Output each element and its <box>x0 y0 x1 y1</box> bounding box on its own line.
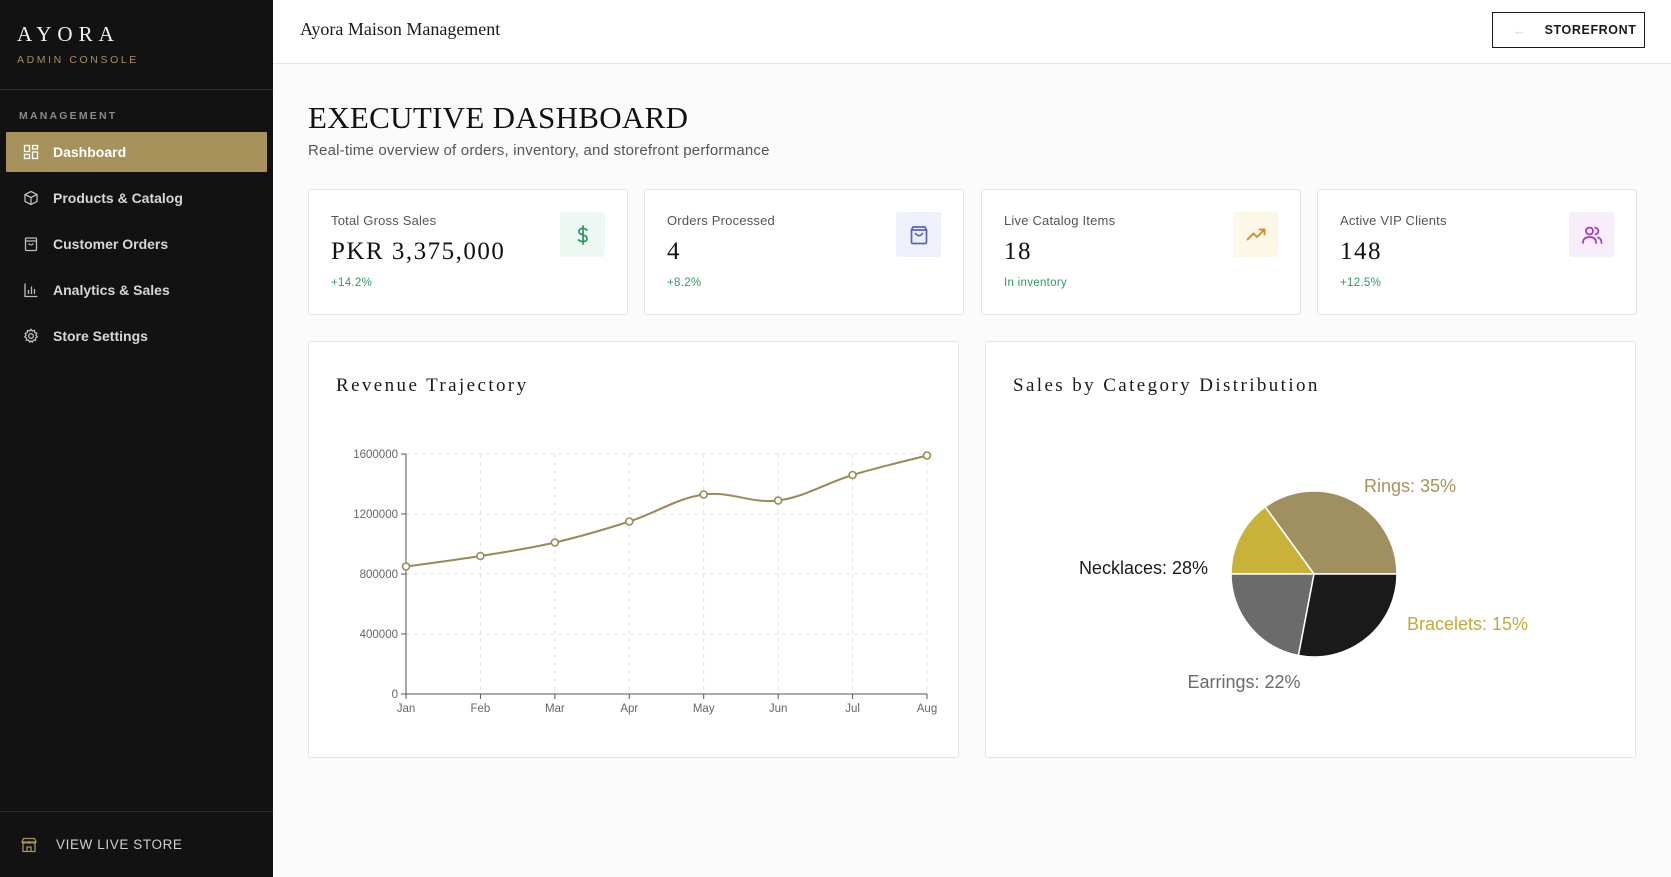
bag-icon <box>22 236 39 253</box>
stat-label: Active VIP Clients <box>1340 213 1447 228</box>
x-tick-label: Feb <box>471 703 491 715</box>
storefront-button[interactable]: ← STOREFRONT <box>1492 12 1645 48</box>
revenue-panel: Revenue Trajectory 0 400000 800000 1200000 1… <box>308 341 959 758</box>
sidebar-item-products[interactable]: Products & Catalog <box>6 178 267 218</box>
pie-label-rings: Rings: 35% <box>1364 476 1456 496</box>
gear-icon <box>22 328 39 345</box>
topbar-title: Ayora Maison Management <box>300 19 501 39</box>
brand-subtitle: ADMIN CONSOLE <box>17 54 139 66</box>
sidebar-item-label: Store Settings <box>53 328 148 344</box>
revenue-data-point[interactable] <box>773 496 783 505</box>
revenue-data-point[interactable] <box>550 538 560 547</box>
stat-card-orders: Orders Processed 4 +8.2% <box>644 189 964 315</box>
x-tick-label: Aug <box>917 703 937 715</box>
nav-section-heading: MANAGEMENT <box>19 110 118 122</box>
box-icon <box>22 190 39 207</box>
stat-label: Live Catalog Items <box>1004 213 1116 228</box>
sidebar-item-label: Dashboard <box>53 144 127 160</box>
pie-label-bracelets: Bracelets: 15% <box>1407 614 1528 634</box>
pie-slice-necklaces[interactable] <box>1297 573 1398 658</box>
revenue-data-point[interactable] <box>401 562 411 571</box>
y-tick-label: 400000 <box>360 629 398 641</box>
x-tick-label: Mar <box>545 703 565 715</box>
page-subtitle: Real-time overview of orders, inventory,… <box>308 142 770 159</box>
pie-label-earrings: Earrings: 22% <box>1187 672 1300 692</box>
shopping-bag-icon <box>896 212 941 257</box>
revenue-data-point[interactable] <box>476 551 485 561</box>
store-icon <box>20 836 38 854</box>
stat-value: 18 <box>1004 238 1032 265</box>
sidebar-item-dashboard[interactable]: Dashboard <box>6 132 267 172</box>
sidebar-item-settings[interactable]: Store Settings <box>6 316 267 356</box>
storefront-button-label: STOREFRONT <box>1544 23 1637 37</box>
view-live-store-link[interactable]: VIEW LIVE STORE <box>0 811 273 877</box>
stat-value: PKR 3,375,000 <box>331 238 506 265</box>
stat-value: 4 <box>667 238 681 265</box>
sidebar-item-label: Customer Orders <box>53 236 169 252</box>
revenue-data-point[interactable] <box>699 490 709 499</box>
stat-delta: +12.5% <box>1340 277 1382 289</box>
revenue-data-point[interactable] <box>848 470 857 480</box>
x-tick-label: Apr <box>620 703 638 715</box>
stat-label: Orders Processed <box>667 213 775 228</box>
brand: AYORA ADMIN CONSOLE <box>0 0 273 90</box>
category-panel: Sales by Category Distribution Rings: 35… <box>985 341 1636 758</box>
arrow-left-icon: ← <box>1513 22 1527 38</box>
stat-label: Total Gross Sales <box>331 213 437 228</box>
page-title: EXECUTIVE DASHBOARD <box>308 100 689 135</box>
dollar-icon <box>560 212 605 257</box>
revenue-data-point[interactable] <box>922 451 932 460</box>
view-live-store-label: VIEW LIVE STORE <box>56 837 183 852</box>
sidebar-item-analytics[interactable]: Analytics & Sales <box>6 270 267 310</box>
x-tick-label: Jul <box>845 703 860 715</box>
bar-chart-icon <box>22 282 39 299</box>
y-tick-label: 1600000 <box>353 449 398 461</box>
revenue-series-line <box>405 454 928 568</box>
brand-name: AYORA <box>17 22 120 46</box>
sidebar-item-orders[interactable]: Customer Orders <box>6 224 267 264</box>
stat-card-vip-clients: Active VIP Clients 148 +12.5% <box>1317 189 1637 315</box>
stat-delta: In inventory <box>1004 277 1068 289</box>
category-pie-chart: Rings: 35% Bracelets: 15% Earrings: 22% Nec… <box>1079 476 1528 692</box>
revenue-line-chart: 0 400000 800000 1200000 1600000 Jan Feb Mar Apr M… <box>353 449 937 715</box>
y-tick-label: 800000 <box>360 569 398 581</box>
trending-up-icon <box>1233 212 1278 257</box>
stat-value: 148 <box>1340 238 1382 265</box>
x-tick-label: May <box>693 703 715 715</box>
stat-card-catalog: Live Catalog Items 18 In inventory <box>981 189 1301 315</box>
revenue-data-point[interactable] <box>624 517 634 526</box>
stat-delta: +14.2% <box>331 277 373 289</box>
sidebar-item-label: Analytics & Sales <box>53 282 170 298</box>
topbar: Ayora Maison Management ← STOREFRONT <box>273 0 1671 64</box>
pie-label-necklaces: Necklaces: 28% <box>1079 558 1208 578</box>
y-tick-label: 1200000 <box>353 509 398 521</box>
x-tick-label: Jan <box>397 703 416 715</box>
grid-icon <box>22 144 39 161</box>
users-icon <box>1569 212 1614 257</box>
stat-delta: +8.2% <box>667 277 702 289</box>
y-tick-label: 0 <box>392 689 398 701</box>
sidebar-item-label: Products & Catalog <box>53 190 183 206</box>
x-tick-label: Jun <box>769 703 788 715</box>
sidebar: AYORA ADMIN CONSOLE MANAGEMENT Dashboard… <box>0 0 273 877</box>
stat-card-gross-sales: Total Gross Sales PKR 3,375,000 +14.2% <box>308 189 628 315</box>
